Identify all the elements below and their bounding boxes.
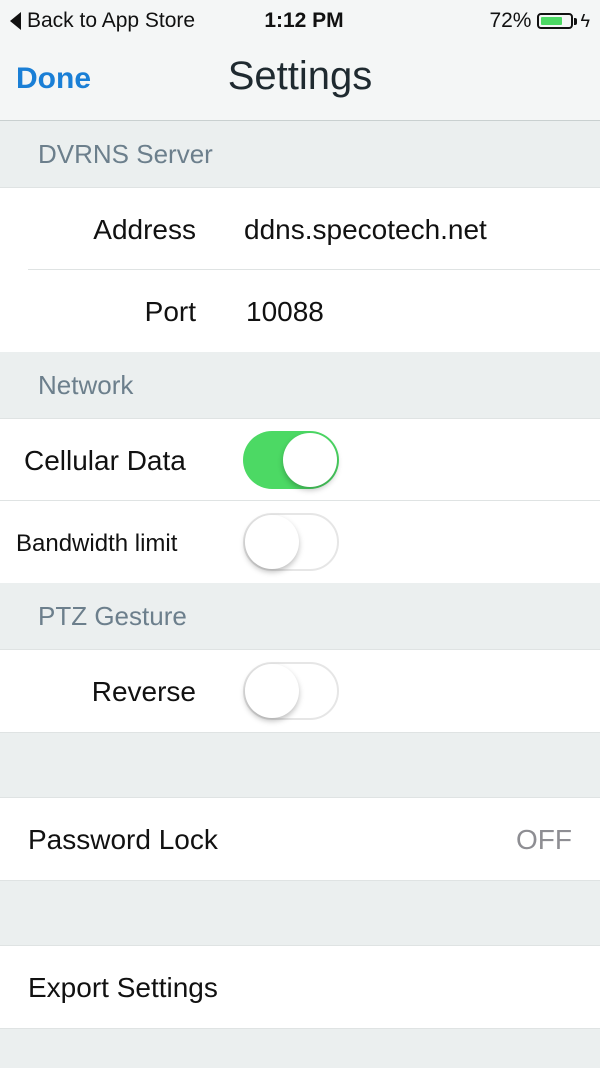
section-header-ptz: PTZ Gesture — [0, 583, 600, 649]
battery-percent: 72% — [489, 9, 532, 32]
address-label: Address — [93, 214, 196, 245]
page-title: Settings — [227, 54, 373, 98]
status-bar: Back to App Store 1:12 PM 72% ϟ — [0, 0, 600, 40]
reverse-toggle[interactable] — [243, 662, 339, 720]
ptz-settings-group: Reverse — [0, 649, 600, 733]
section-header-network: Network — [0, 352, 600, 418]
row-divider — [0, 500, 600, 501]
password-lock-label: Password Lock — [28, 824, 218, 855]
row-divider — [28, 269, 600, 270]
export-settings-label: Export Settings — [28, 972, 218, 1003]
charging-bolt-icon: ϟ — [580, 10, 590, 31]
password-lock-value: OFF — [516, 824, 572, 855]
bandwidth-limit-toggle[interactable] — [243, 513, 339, 571]
section-header-dvrns: DVRNS Server — [0, 121, 600, 187]
bandwidth-limit-label: Bandwidth limit — [16, 530, 178, 557]
battery-indicator: 72% ϟ — [489, 9, 590, 33]
port-field[interactable]: 10088 — [246, 296, 324, 328]
navigation-bar: Done Settings — [0, 40, 600, 121]
cellular-data-toggle[interactable] — [243, 431, 339, 489]
address-field[interactable]: ddns.specotech.net — [244, 214, 487, 246]
section-header-network-label: Network — [38, 370, 134, 400]
port-label: Port — [144, 296, 196, 327]
password-lock-row[interactable]: Password Lock OFF — [0, 797, 600, 881]
toggle-knob — [245, 664, 299, 718]
section-header-ptz-label: PTZ Gesture — [38, 601, 187, 631]
section-header-dvrns-label: DVRNS Server — [38, 139, 213, 169]
battery-tip — [574, 17, 578, 25]
battery-icon — [537, 13, 574, 29]
reverse-label: Reverse — [91, 676, 196, 707]
cellular-data-label: Cellular Data — [24, 445, 186, 476]
toggle-knob — [283, 433, 337, 487]
export-settings-row[interactable]: Export Settings — [0, 945, 600, 1029]
network-settings-group: Cellular Data Bandwidth limit — [0, 418, 600, 584]
dvrns-settings-group: Address ddns.specotech.net Port 10088 — [0, 187, 600, 353]
toggle-knob — [245, 515, 299, 569]
status-time-text: 1:12 PM — [264, 9, 344, 32]
battery-fill — [541, 17, 562, 25]
